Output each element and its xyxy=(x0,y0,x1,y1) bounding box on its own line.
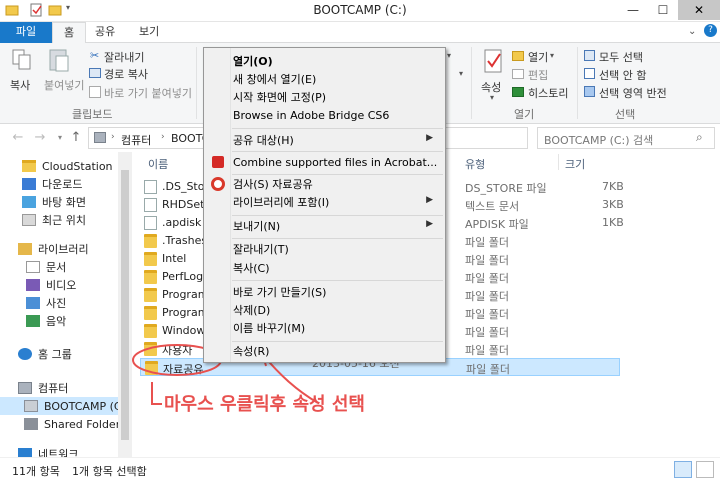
menu-label: 삭제(D) xyxy=(233,304,271,317)
submenu-arrow-icon: ▶ xyxy=(426,219,433,229)
menu-label: 이름 바꾸기(M) xyxy=(233,322,306,335)
antivirus-icon xyxy=(211,177,225,191)
menu-label: 잘라내기(T) xyxy=(233,243,289,256)
menu-label: Browse in Adobe Bridge CS6 xyxy=(233,108,390,122)
context-menu: 열기(O) 새 창에서 열기(E) 시작 화면에 고정(P) Browse in… xyxy=(203,47,446,363)
menu-item-properties[interactable]: 속성(R) xyxy=(206,340,443,362)
menu-label: 새 창에서 열기(E) xyxy=(233,73,317,86)
menu-label: 복사(C) xyxy=(233,262,270,275)
menu-label: Combine supported files in Acrobat... xyxy=(233,155,438,169)
submenu-arrow-icon: ▶ xyxy=(426,133,433,143)
annotation-bracket xyxy=(151,382,162,405)
menu-item-include-library[interactable]: 라이브러리에 포함(I) ▶ xyxy=(206,191,443,213)
menu-label: 검사(S) 자료공유 xyxy=(233,178,313,191)
menu-item-combine-acrobat[interactable]: Combine supported files in Acrobat... xyxy=(206,151,443,173)
annotation-text: 마우스 우클릭후 속성 선택 xyxy=(164,394,365,415)
menu-item-rename[interactable]: 이름 바꾸기(M) xyxy=(206,317,443,339)
menu-item-share-with[interactable]: 공유 대상(H) ▶ xyxy=(206,129,443,151)
menu-item-send-to[interactable]: 보내기(N) ▶ xyxy=(206,215,443,237)
menu-label: 속성(R) xyxy=(233,345,270,358)
menu-item-copy[interactable]: 복사(C) xyxy=(206,257,443,279)
menu-label: 바로 가기 만들기(S) xyxy=(233,286,327,299)
menu-label: 열기(O) xyxy=(233,55,273,68)
menu-label: 시작 화면에 고정(P) xyxy=(233,91,327,104)
menu-item-browse-bridge[interactable]: Browse in Adobe Bridge CS6 xyxy=(206,104,443,126)
menu-label: 보내기(N) xyxy=(233,220,281,233)
menu-label: 라이브러리에 포함(I) xyxy=(233,196,330,209)
acrobat-icon xyxy=(212,156,224,168)
menu-label: 공유 대상(H) xyxy=(233,134,294,147)
submenu-arrow-icon: ▶ xyxy=(426,195,433,205)
